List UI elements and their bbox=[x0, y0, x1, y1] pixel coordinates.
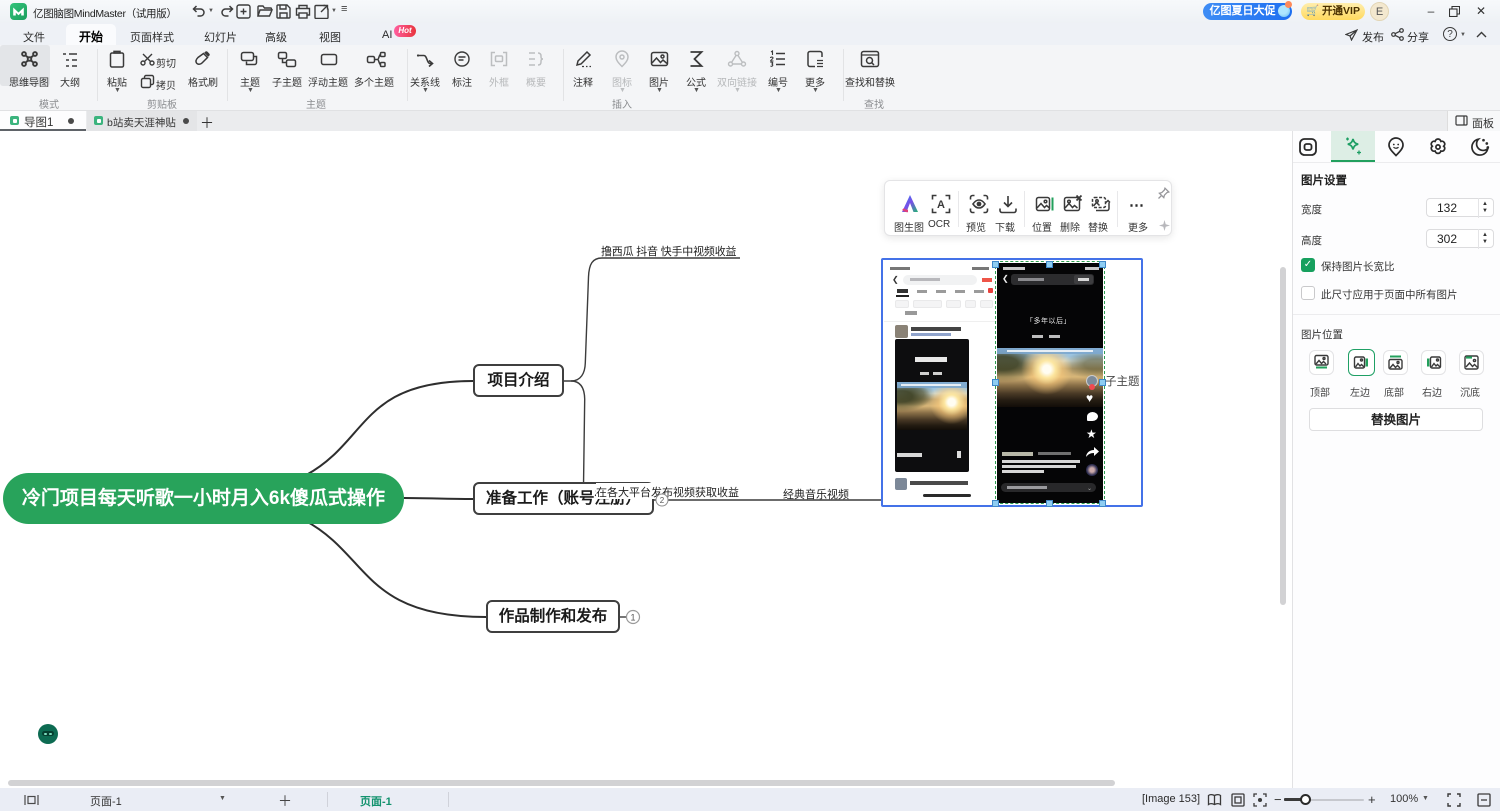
svg-text:2: 2 bbox=[660, 496, 665, 505]
svg-text:A: A bbox=[937, 199, 945, 211]
svg-text:1: 1 bbox=[630, 613, 635, 623]
